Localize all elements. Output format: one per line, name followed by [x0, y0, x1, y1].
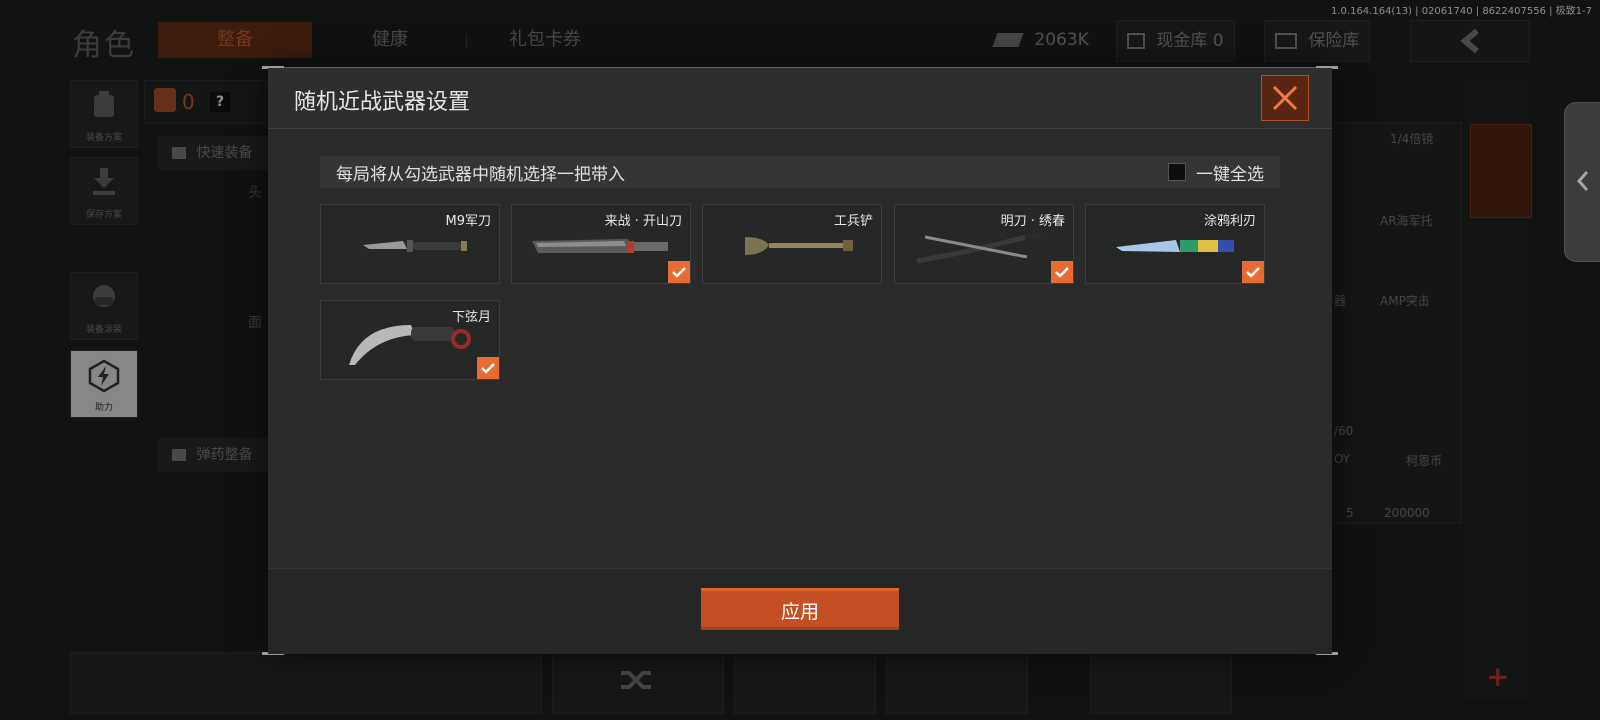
select-all-label: 一键全选: [1196, 164, 1264, 185]
modal-header: 随机近战武器设置: [268, 68, 1332, 129]
weapon-name: 明刀 · 绣春: [1000, 214, 1065, 229]
select-all-checkbox[interactable]: [1168, 163, 1186, 181]
shovel-icon: [745, 237, 853, 255]
combat-knife-icon: [363, 240, 467, 252]
weapon-card-shovel[interactable]: 工兵铲: [702, 204, 882, 284]
weapon-name: 来战 · 开山刀: [604, 214, 682, 229]
description-text: 每局将从勾选武器中随机选择一把带入: [336, 165, 625, 185]
close-button[interactable]: [1261, 75, 1309, 121]
graffiti-blade-icon: [1116, 240, 1234, 252]
weapon-card-karambit[interactable]: 下弦月: [320, 300, 500, 380]
weapon-card-machete[interactable]: 来战 · 开山刀: [511, 204, 691, 284]
weapon-checked[interactable]: [1242, 261, 1264, 283]
weapon-name: 工兵铲: [833, 214, 873, 229]
weapon-card-m9[interactable]: M9军刀: [320, 204, 500, 284]
close-icon: [1272, 85, 1298, 111]
weapon-name: 涂鸦利刃: [1203, 214, 1256, 229]
weapon-checked[interactable]: [477, 357, 499, 379]
checkmark-icon: [1055, 267, 1069, 278]
weapon-checked[interactable]: [668, 261, 690, 283]
checkmark-icon: [1246, 267, 1260, 278]
select-all-toggle[interactable]: 一键全选: [1168, 161, 1264, 185]
checkmark-icon: [672, 267, 686, 278]
description-banner: 每局将从勾选武器中随机选择一把带入 一键全选: [320, 156, 1280, 188]
apply-button[interactable]: 应用: [701, 588, 899, 630]
weapon-checked[interactable]: [1051, 261, 1073, 283]
dao-sword-icon: [916, 232, 1047, 264]
modal-title: 随机近战武器设置: [294, 90, 471, 115]
modal-footer: 应用: [268, 568, 1332, 654]
checkmark-icon: [481, 363, 495, 374]
weapon-card-graffiti[interactable]: 涂鸦利刃: [1085, 204, 1265, 284]
random-melee-modal: 随机近战武器设置 每局将从勾选武器中随机选择一把带入 一键全选 M9军刀 来战 …: [262, 66, 1338, 655]
machete-icon: [532, 239, 668, 253]
karambit-icon: [349, 325, 471, 365]
weapon-name: M9军刀: [445, 214, 492, 229]
weapon-card-dao[interactable]: 明刀 · 绣春: [894, 204, 1074, 284]
